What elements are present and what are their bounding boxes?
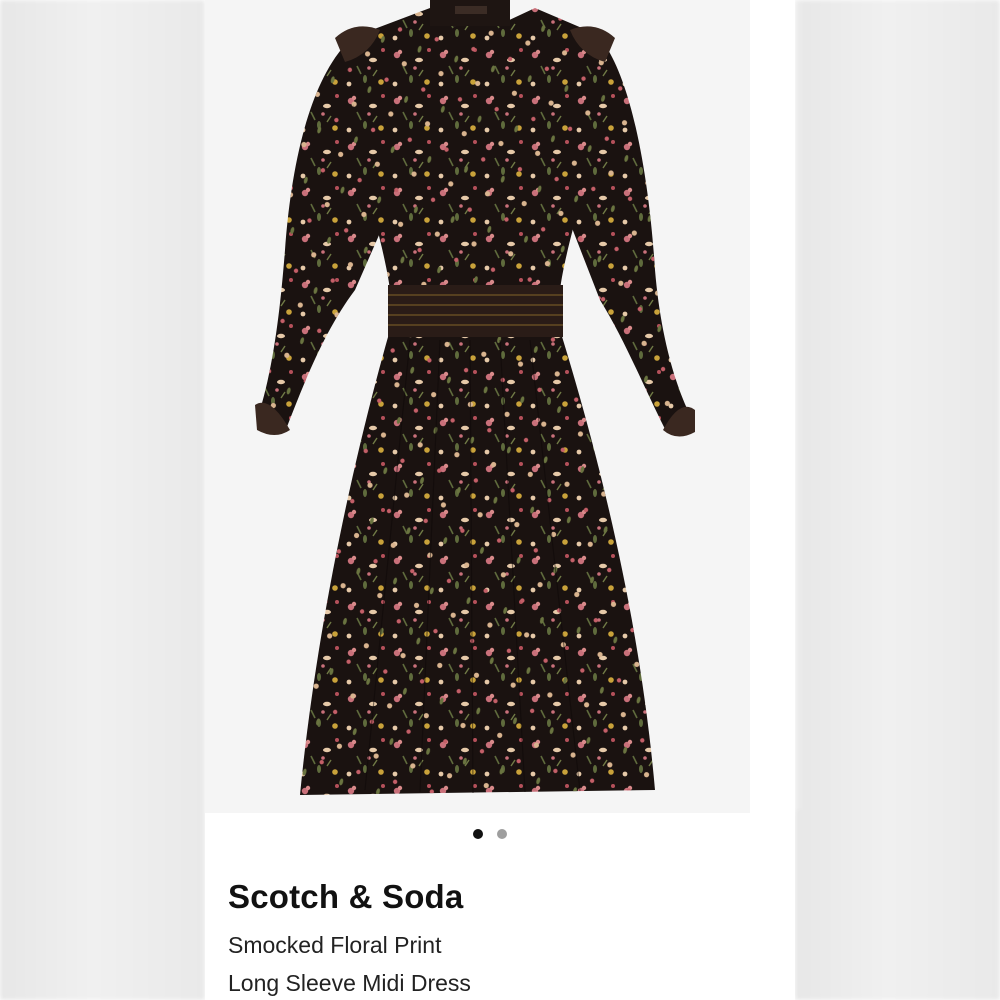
product-card: Scotch & Soda Smocked Floral Print Long … xyxy=(205,0,795,1000)
brand-name[interactable]: Scotch & Soda xyxy=(228,878,463,916)
previous-listing-preview xyxy=(0,0,205,1000)
carousel-dot-2[interactable] xyxy=(497,829,507,839)
dress-illustration xyxy=(255,0,695,795)
carousel-indicator xyxy=(205,826,795,842)
product-image[interactable] xyxy=(205,0,750,813)
product-title-line-2: Long Sleeve Midi Dress xyxy=(228,970,471,996)
product-title-line-1: Smocked Floral Print xyxy=(228,932,442,958)
carousel-dot-1[interactable] xyxy=(473,829,483,839)
next-listing-preview xyxy=(795,0,1000,1000)
